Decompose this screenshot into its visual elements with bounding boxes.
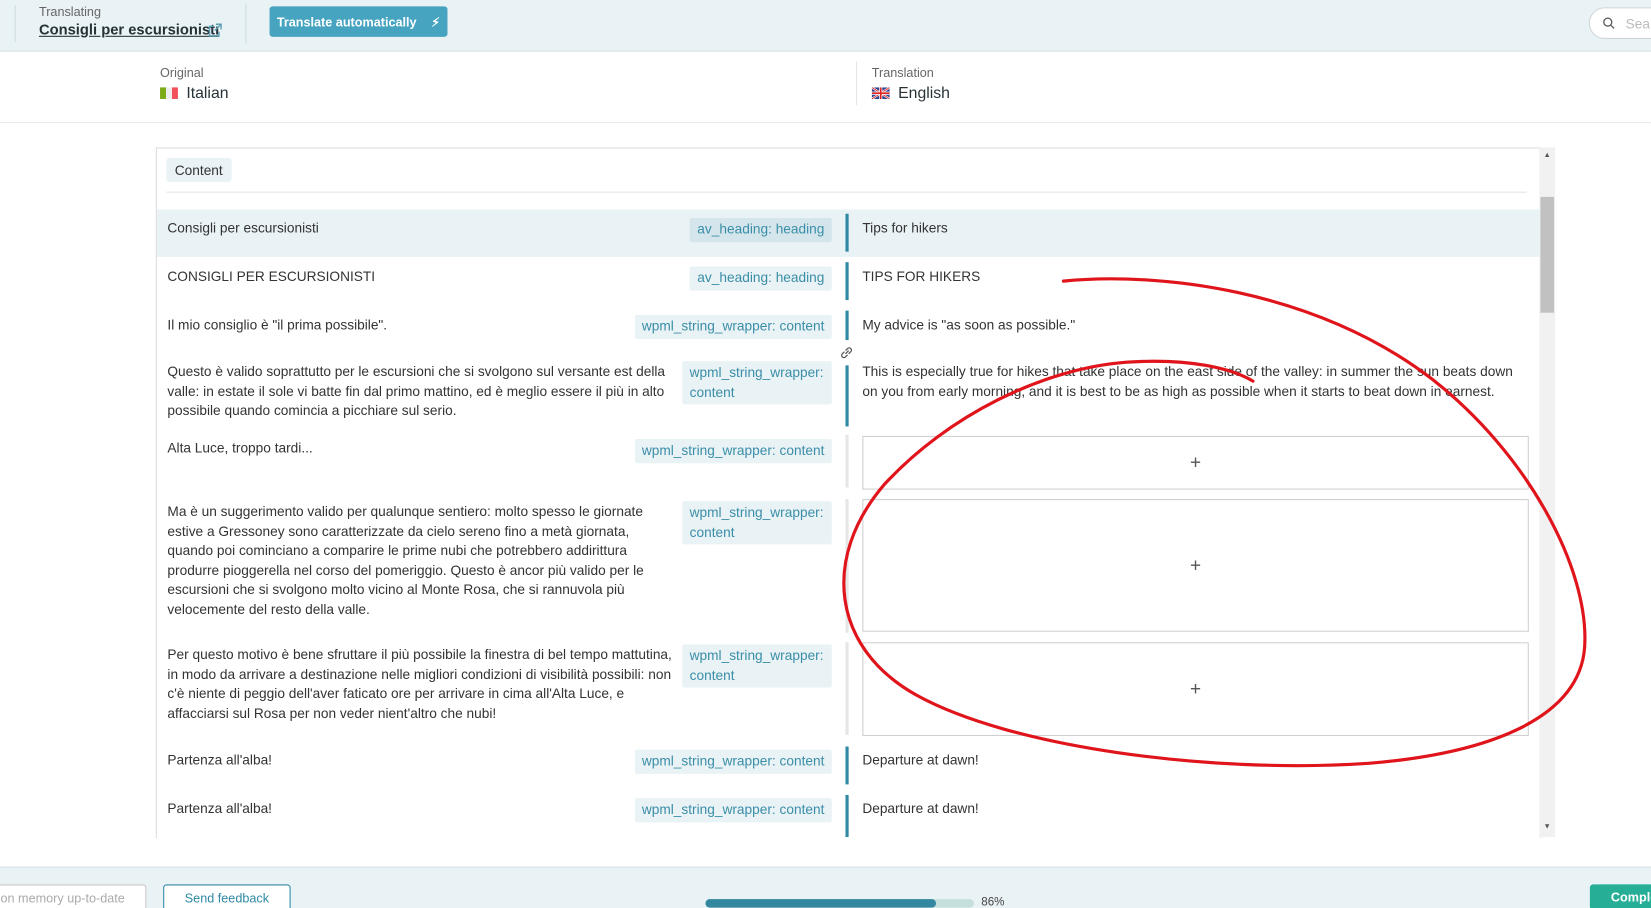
- source-text: CONSIGLI PER ESCURSIONISTI: [167, 268, 376, 285]
- translation-text[interactable]: Departure at dawn!: [862, 751, 1531, 770]
- field-tag: wpml_string_wrapper: content: [634, 798, 832, 822]
- uk-flag-icon: [871, 87, 890, 99]
- status-bar: [845, 213, 849, 252]
- link-icon[interactable]: [839, 345, 854, 360]
- status-bar: [845, 365, 849, 427]
- progress-label: 86%: [981, 896, 1005, 908]
- string-row[interactable]: Questo è valido soprattutto per le escur…: [157, 359, 1541, 431]
- translation-label: Translation: [871, 65, 934, 81]
- field-tag: wpml_string_wrapper: content: [682, 501, 832, 545]
- field-tag: wpml_string_wrapper: content: [634, 749, 832, 774]
- source-text: Il mio consiglio è "il prima possibile".: [167, 316, 388, 333]
- status-bar: [845, 642, 849, 735]
- field-tag: wpml_string_wrapper: content: [634, 314, 832, 339]
- status-bar: [845, 746, 849, 785]
- field-tag: wpml_string_wrapper: content: [682, 361, 832, 405]
- divider: [856, 61, 858, 106]
- translating-label: Translating: [38, 4, 101, 19]
- translation-text[interactable]: This is especially true for hikes that t…: [862, 362, 1531, 401]
- add-translation-button[interactable]: +: [862, 499, 1529, 632]
- status-bar: [845, 262, 849, 301]
- original-label: Original: [160, 65, 204, 81]
- progress-bar: [705, 899, 974, 908]
- divider: [14, 5, 16, 43]
- field-tag: wpml_string_wrapper: content: [682, 644, 832, 688]
- status-bar: [845, 434, 849, 488]
- translation-language-name: English: [898, 84, 950, 103]
- content-panel: Content Consigli per escursionisti av_he…: [155, 147, 1542, 839]
- search-placeholder: Search: [1625, 15, 1651, 32]
- scrollbar-thumb[interactable]: [1540, 196, 1555, 313]
- italy-flag-icon: [160, 87, 178, 99]
- translation-text[interactable]: Tips for hikers: [862, 219, 1531, 238]
- divider: [166, 191, 1527, 193]
- source-text: Questo è valido soprattutto per le escur…: [167, 363, 666, 419]
- translation-text[interactable]: TIPS FOR HIKERS: [862, 267, 1531, 286]
- source-text: Alta Luce, troppo tardi...: [167, 440, 313, 456]
- translate-automatically-button[interactable]: Translate automatically ⚡︎: [269, 6, 448, 37]
- scrollbar[interactable]: ▲ ▼: [1539, 147, 1556, 838]
- source-text: Ma è un suggerimento valido per qualunqu…: [167, 503, 644, 617]
- string-row[interactable]: Alta Luce, troppo tardi... wpml_string_w…: [157, 431, 1541, 494]
- lightning-icon: ⚡︎: [431, 14, 441, 29]
- field-tag: av_heading: heading: [689, 266, 832, 291]
- field-tag: av_heading: heading: [689, 217, 832, 242]
- status-bar: [845, 499, 849, 633]
- send-feedback-button[interactable]: Send feedback: [163, 884, 291, 908]
- field-tag: wpml_string_wrapper: content: [634, 439, 832, 463]
- string-row[interactable]: Partenza all'alba! wpml_string_wrapper: …: [157, 744, 1541, 792]
- source-text: Partenza all'alba!: [167, 751, 272, 768]
- button-label: Translate automatically: [276, 14, 417, 29]
- status-bar: [845, 310, 849, 341]
- scroll-down-arrow[interactable]: ▼: [1544, 823, 1551, 830]
- add-translation-button[interactable]: +: [862, 435, 1529, 490]
- footer-bar: on memory up-to-date Send feedback 86% C…: [0, 866, 1651, 908]
- scroll-up-arrow[interactable]: ▲: [1544, 152, 1551, 159]
- progress-fill: [705, 899, 937, 908]
- top-bar: Translating Consigli per escursionisti T…: [0, 0, 1651, 52]
- original-language-name: Italian: [186, 84, 229, 103]
- string-row[interactable]: Partenza all'alba! wpml_string_wrapper: …: [157, 793, 1541, 838]
- translation-text[interactable]: My advice is "as soon as possible.": [862, 316, 1531, 335]
- update-memory-button[interactable]: on memory up-to-date: [0, 884, 147, 908]
- string-row[interactable]: CONSIGLI PER ESCURSIONISTI av_heading: h…: [157, 258, 1541, 306]
- source-text: Consigli per escursionisti: [167, 220, 319, 236]
- search-input[interactable]: Search: [1588, 7, 1651, 39]
- source-text: Per questo motivo è bene sfruttare il pi…: [167, 646, 672, 721]
- section-chip: Content: [166, 157, 232, 183]
- add-translation-button[interactable]: +: [862, 642, 1529, 736]
- source-text: Partenza all'alba!: [167, 800, 272, 816]
- original-language: Italian: [160, 84, 229, 103]
- complete-button[interactable]: Complete: [1589, 884, 1651, 908]
- translation-language: English: [871, 84, 950, 103]
- language-header: Original Italian Translation English: [0, 52, 1651, 124]
- string-row[interactable]: Per questo motivo è bene sfruttare il pi…: [157, 640, 1541, 740]
- divider: [245, 3, 247, 44]
- string-row[interactable]: Consigli per escursionisti av_heading: h…: [156, 209, 1541, 257]
- document-title-link[interactable]: Consigli per escursionisti: [39, 21, 219, 38]
- status-bar: [845, 794, 849, 838]
- string-row[interactable]: Ma è un suggerimento valido per qualunqu…: [157, 496, 1541, 638]
- search-icon: [1603, 17, 1615, 29]
- translation-text[interactable]: Departure at dawn!: [862, 799, 1531, 818]
- external-link-icon[interactable]: [208, 23, 222, 37]
